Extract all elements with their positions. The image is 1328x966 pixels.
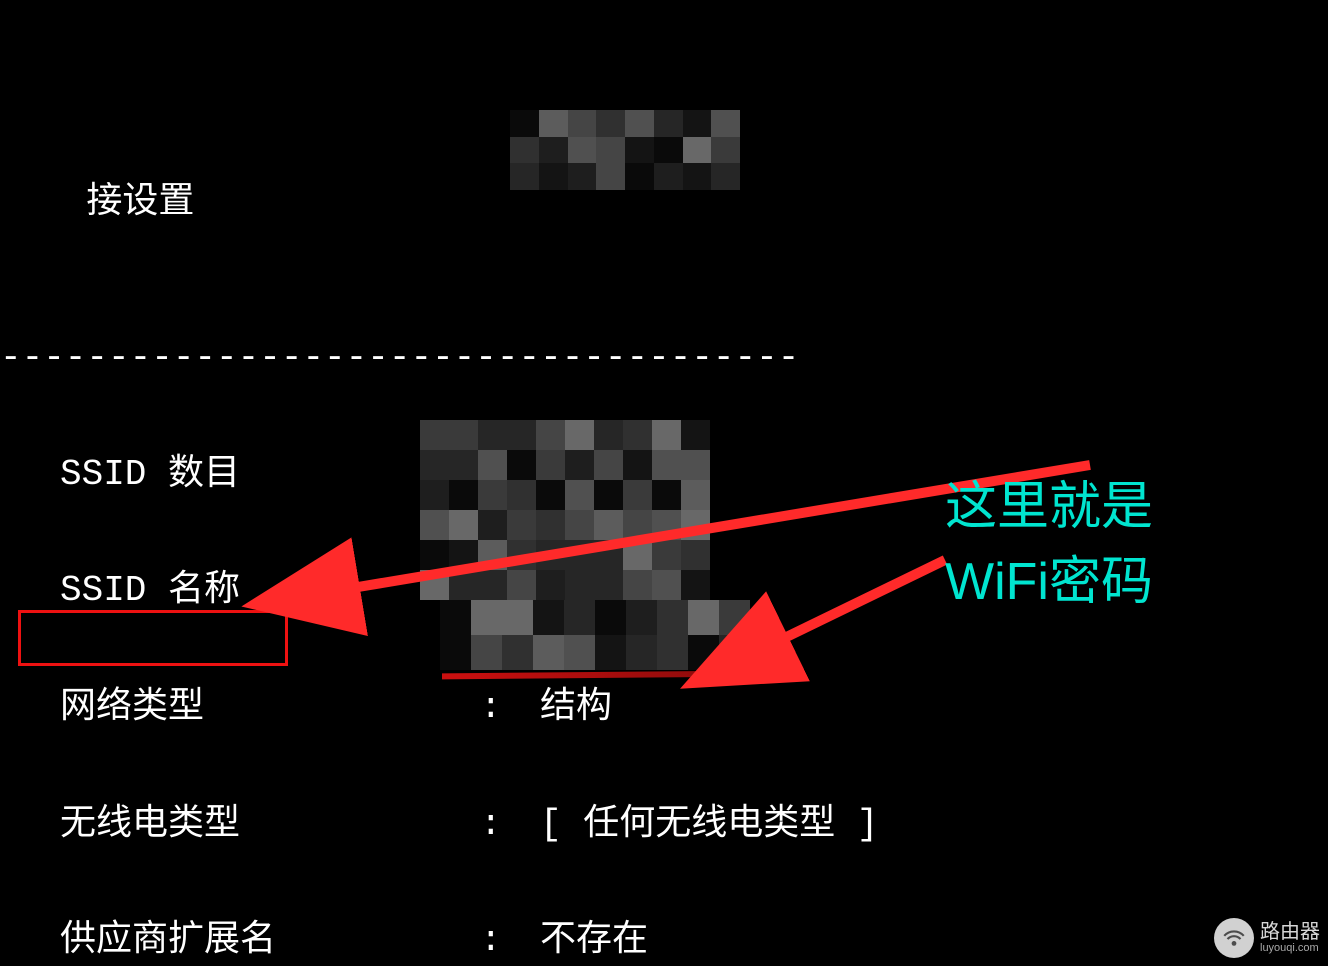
row-network-type: 网络类型 : 结构 (0, 689, 1328, 728)
censor-key-content (440, 600, 750, 670)
section-title-connection: 接设置 (86, 182, 194, 223)
row-vendor-ext: 供应商扩展名 : 不存在 (0, 922, 1328, 961)
label-ssid-count: SSID 数目 (0, 456, 480, 495)
censor-ssid-name (510, 110, 740, 190)
label-ssid-name: SSID 名称 (0, 572, 480, 611)
dashline-connection: ------------------------------------- (0, 339, 1328, 378)
label-vendor-ext: 供应商扩展名 (0, 922, 480, 961)
censor-auth-block (420, 420, 710, 600)
label-radio-type: 无线电类型 (0, 806, 480, 845)
router-icon (1214, 918, 1254, 958)
label-network-type: 网络类型 (0, 689, 480, 728)
row-radio-type: 无线电类型 : [ 任何无线电类型 ] (0, 806, 1328, 845)
annotation-text: 这里就是 WiFi密码 (945, 470, 1153, 621)
watermark: 路由器 luyouqi.com (1214, 918, 1320, 958)
highlight-rect (18, 610, 288, 666)
